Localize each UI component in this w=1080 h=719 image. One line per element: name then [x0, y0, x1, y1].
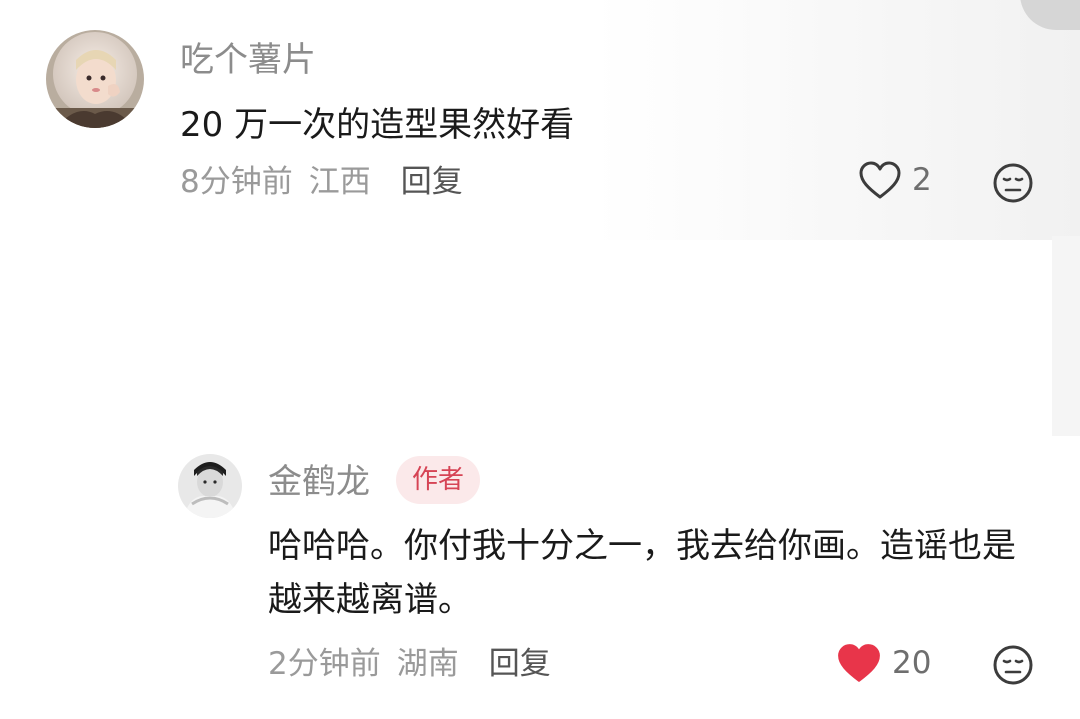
neutral-face-icon — [993, 163, 1033, 203]
username[interactable]: 吃个薯片 — [180, 40, 316, 80]
background-strip — [1052, 236, 1080, 436]
user-avatar[interactable] — [46, 30, 144, 128]
reply-button[interactable]: 回复 — [401, 162, 463, 202]
author-badge: 作者 — [396, 456, 481, 504]
heart-filled-icon — [838, 644, 880, 682]
emoji-reaction-button[interactable] — [992, 162, 1034, 204]
comment-meta: 8分钟前 江西 回复 — [180, 162, 463, 202]
timestamp: 2分钟前 — [268, 646, 381, 682]
like-count: 20 — [892, 645, 932, 681]
avatar-girl-icon — [46, 30, 144, 128]
like-button[interactable]: 2 — [858, 160, 932, 200]
comment-text: 20 万一次的造型果然好看 — [180, 105, 575, 145]
comment-screen: 吃个薯片 20 万一次的造型果然好看 8分钟前 江西 回复 2 金鹤龙 作者 哈… — [0, 0, 1080, 719]
emoji-reaction-button[interactable] — [992, 644, 1034, 686]
comment-meta: 2分钟前 湖南 回复 — [268, 644, 551, 684]
reply-button[interactable]: 回复 — [489, 644, 551, 684]
avatar-man-icon — [178, 454, 242, 518]
heart-outline-icon — [859, 161, 901, 199]
timestamp: 8分钟前 — [180, 164, 293, 200]
location: 湖南 — [396, 646, 459, 682]
like-button[interactable]: 20 — [836, 642, 931, 684]
comment-text: 哈哈哈。你付我十分之一，我去给你画。造谣也是越来越离谱。 — [268, 526, 1016, 620]
neutral-face-icon — [993, 645, 1033, 685]
comment-item: 吃个薯片 20 万一次的造型果然好看 8分钟前 江西 回复 2 — [46, 30, 1046, 210]
comment-reply-item: 金鹤龙 作者 哈哈哈。你付我十分之一，我去给你画。造谣也是越来越离谱。 2分钟前… — [178, 450, 1046, 700]
username[interactable]: 金鹤龙 — [268, 462, 370, 502]
like-count: 2 — [912, 162, 932, 198]
user-avatar[interactable] — [178, 454, 242, 518]
location: 江西 — [308, 164, 371, 200]
